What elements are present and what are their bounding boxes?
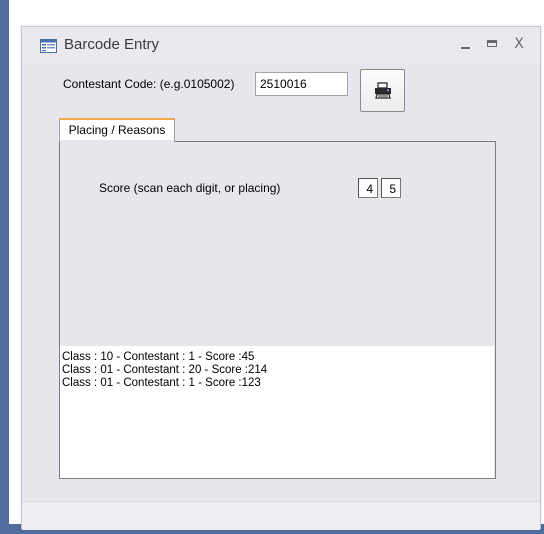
- results-list[interactable]: Class : 10 - Contestant : 1 - Score :45 …: [60, 346, 494, 478]
- status-bar: [22, 501, 540, 530]
- list-item[interactable]: Class : 01 - Contestant : 20 - Score :21…: [62, 364, 494, 377]
- close-button[interactable]: X: [508, 33, 530, 55]
- barcode-entry-window: Barcode Entry X Contestant Code: (e.g.01…: [21, 26, 541, 530]
- tab-placing-reasons[interactable]: Placing / Reasons: [59, 118, 175, 142]
- printer-icon: [375, 82, 391, 99]
- score-label: Score (scan each digit, or placing): [99, 181, 281, 195]
- contestant-code-label: Contestant Code: (e.g.0105002): [63, 77, 235, 91]
- form-icon: [40, 38, 57, 53]
- list-item[interactable]: Class : 10 - Contestant : 1 - Score :45: [62, 351, 494, 364]
- maximize-icon: [487, 40, 497, 47]
- tab-join: [60, 140, 174, 142]
- score-digit-2[interactable]: [381, 178, 401, 198]
- minimize-icon: [461, 47, 470, 49]
- window-title: Barcode Entry: [64, 36, 160, 53]
- maximize-button[interactable]: [481, 33, 503, 55]
- background-frame-left: [0, 0, 9, 534]
- list-item[interactable]: Class : 01 - Contestant : 1 - Score :123: [62, 377, 494, 390]
- minimize-button[interactable]: [455, 33, 477, 55]
- contestant-code-input[interactable]: [255, 72, 348, 96]
- print-button[interactable]: [360, 69, 405, 112]
- score-digit-1[interactable]: [358, 178, 378, 198]
- title-bar[interactable]: Barcode Entry X: [22, 27, 540, 63]
